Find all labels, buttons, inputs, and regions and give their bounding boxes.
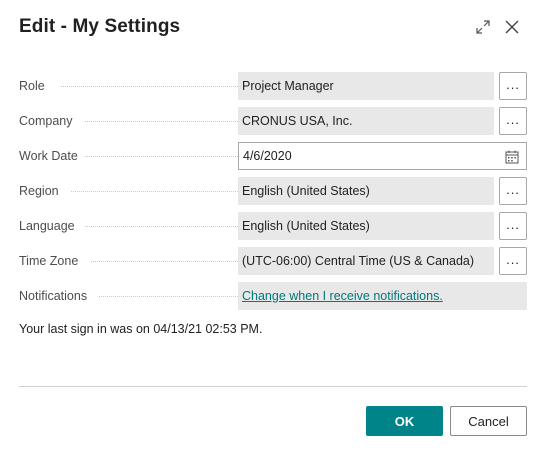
work-date-row: Work Date 4/6/2020 xyxy=(19,142,527,170)
language-lookup-button[interactable]: ... xyxy=(499,212,527,240)
ellipsis-icon: ... xyxy=(506,76,520,92)
leader-dots xyxy=(85,121,248,122)
region-field[interactable]: English (United States) xyxy=(238,177,494,205)
leader-dots xyxy=(71,191,248,192)
company-lookup-button[interactable]: ... xyxy=(499,107,527,135)
ellipsis-icon: ... xyxy=(506,216,520,232)
notifications-row: Notifications Change when I receive noti… xyxy=(19,282,527,310)
work-date-input[interactable]: 4/6/2020 xyxy=(238,142,527,170)
expand-arrows-icon[interactable] xyxy=(473,17,493,37)
time-zone-lookup-button[interactable]: ... xyxy=(499,247,527,275)
notifications-field: Change when I receive notifications. xyxy=(238,282,527,310)
leader-dots xyxy=(91,261,248,262)
region-lookup-button[interactable]: ... xyxy=(499,177,527,205)
time-zone-row: Time Zone (UTC-06:00) Central Time (US &… xyxy=(19,247,527,275)
company-field[interactable]: CRONUS USA, Inc. xyxy=(238,107,494,135)
ellipsis-icon: ... xyxy=(506,251,520,267)
ok-button[interactable]: OK xyxy=(366,406,443,436)
leader-dots xyxy=(61,86,248,87)
footer-divider xyxy=(19,386,527,387)
dialog-title: Edit - My Settings xyxy=(19,16,181,37)
leader-dots xyxy=(85,226,248,227)
leader-dots xyxy=(85,156,248,157)
cancel-button[interactable]: Cancel xyxy=(450,406,527,436)
my-settings-dialog: Edit - My Settings Role Project Manager … xyxy=(0,0,547,454)
role-field[interactable]: Project Manager xyxy=(238,72,494,100)
language-row: Language English (United States) ... xyxy=(19,212,527,240)
role-row: Role Project Manager ... xyxy=(19,72,527,100)
last-signin-text: Your last sign in was on 04/13/21 02:53 … xyxy=(19,322,263,336)
company-row: Company CRONUS USA, Inc. ... xyxy=(19,107,527,135)
close-icon[interactable] xyxy=(502,17,522,37)
role-lookup-button[interactable]: ... xyxy=(499,72,527,100)
time-zone-field[interactable]: (UTC-06:00) Central Time (US & Canada) xyxy=(238,247,494,275)
ellipsis-icon: ... xyxy=(506,111,520,127)
region-row: Region English (United States) ... xyxy=(19,177,527,205)
ellipsis-icon: ... xyxy=(506,181,520,197)
leader-dots xyxy=(99,296,248,297)
change-notifications-link[interactable]: Change when I receive notifications. xyxy=(242,289,443,303)
calendar-icon[interactable] xyxy=(504,149,520,165)
work-date-value: 4/6/2020 xyxy=(243,149,292,163)
language-field[interactable]: English (United States) xyxy=(238,212,494,240)
